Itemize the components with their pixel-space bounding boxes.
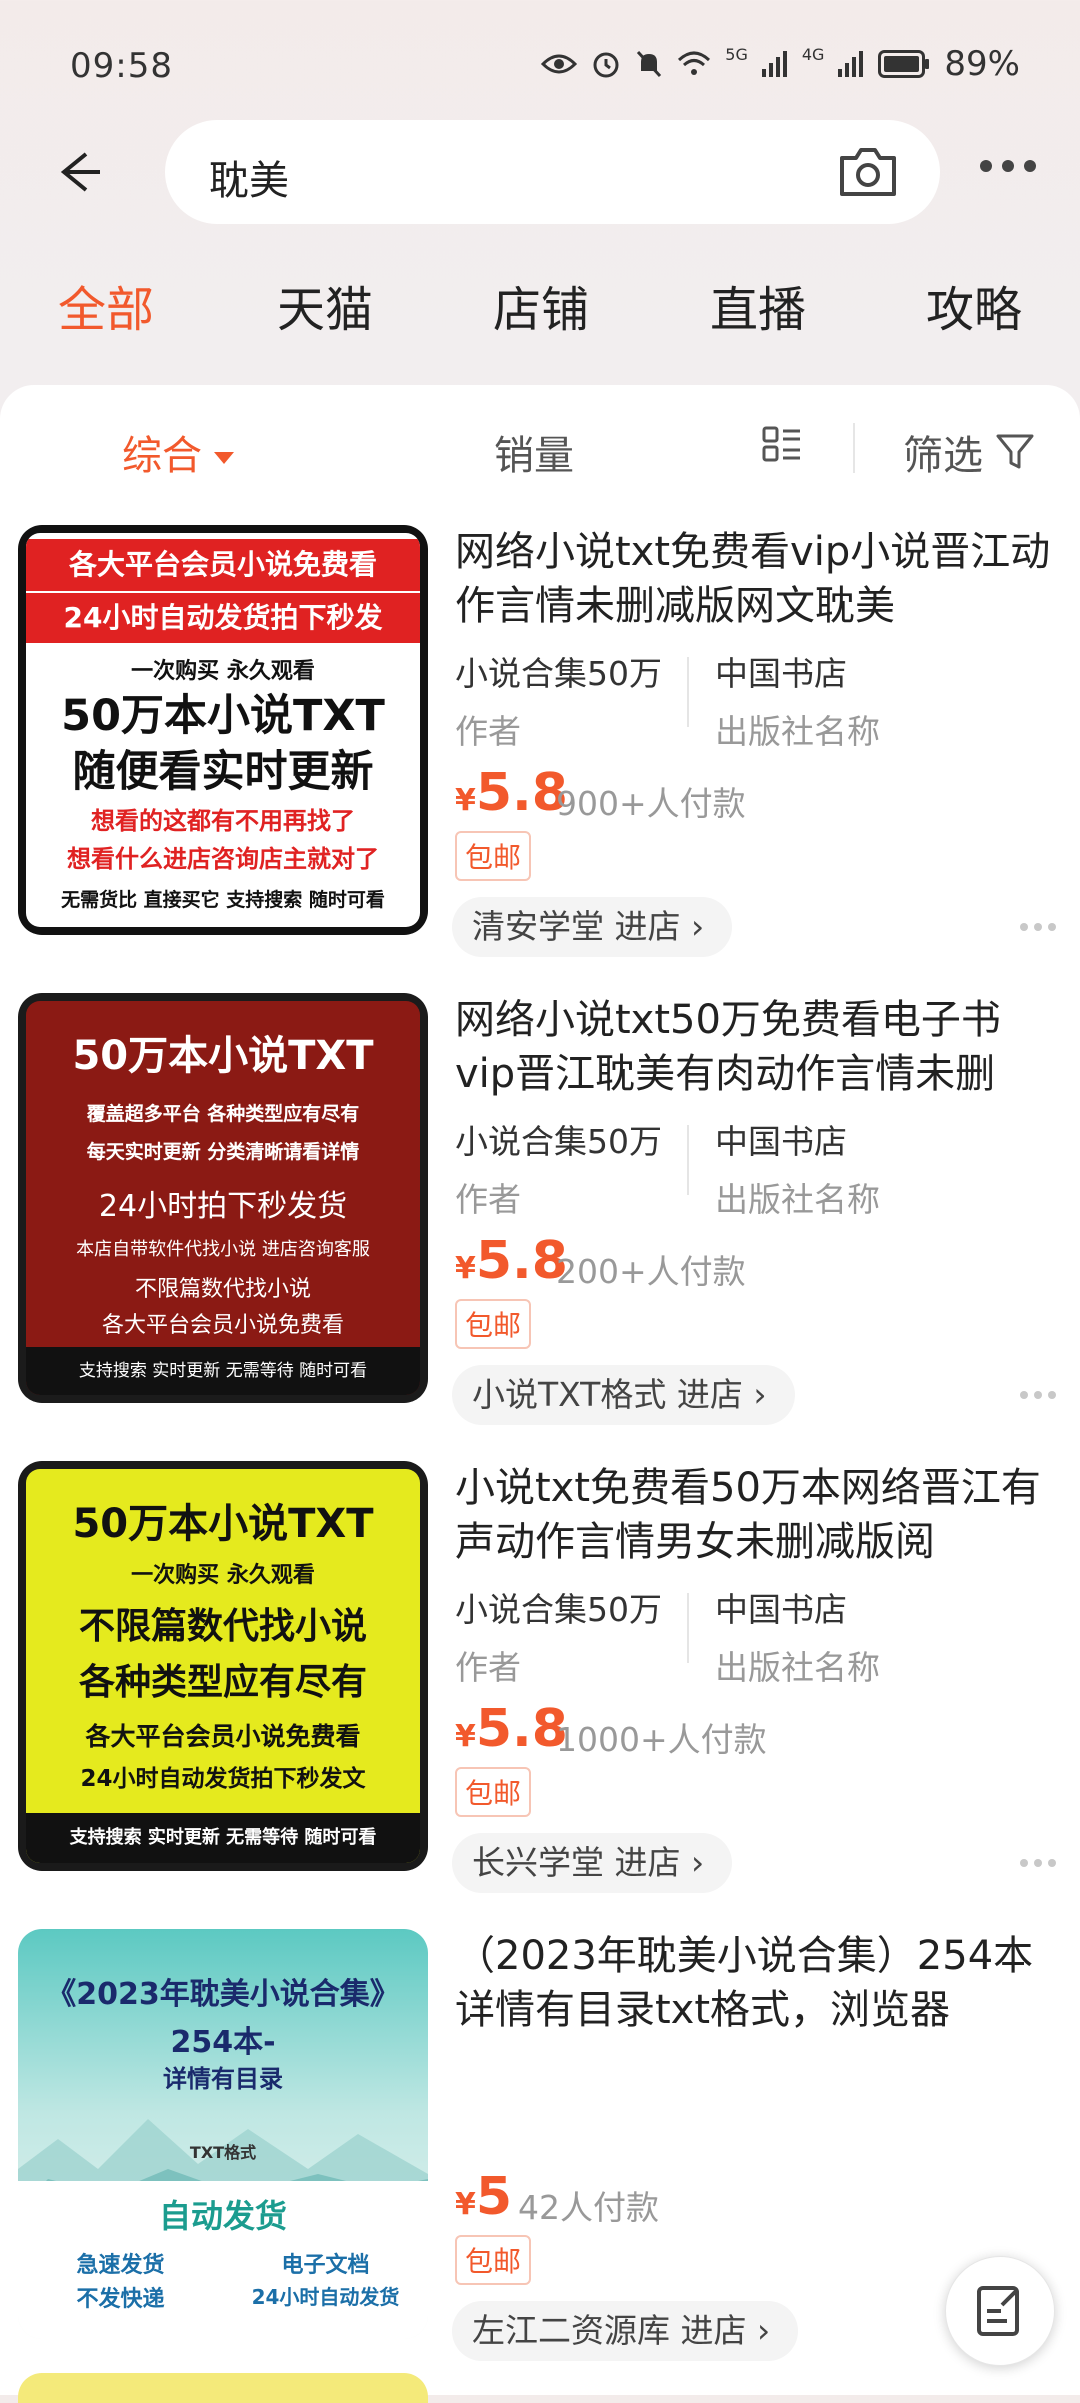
attr-key: 出版社名称 (715, 1648, 880, 1687)
edit-note-icon (977, 2286, 1019, 2336)
attr-divider (687, 1125, 689, 1195)
signal1-icon (761, 51, 787, 77)
attr-value: 中国书店 (715, 1590, 847, 1629)
attr-value: 小说合集50万 (455, 1590, 662, 1629)
search-query: 耽美 (209, 158, 289, 204)
net1-label: 5G (725, 44, 748, 64)
more-menu-button[interactable] (980, 160, 1036, 172)
sort-bar: 综合 销量 筛选 (0, 385, 1080, 505)
shop-link[interactable]: 清安学堂 进店 › (452, 897, 733, 957)
next-item-peek (18, 2373, 428, 2403)
category-tabs: 全部 天猫 店铺 直播 攻略 (0, 270, 1080, 360)
product-price: ¥5.8 (455, 1699, 568, 1759)
product-attributes: 小说合集50万 作者 中国书店出版社名称 (455, 1115, 1055, 1225)
product-price: ¥5.8 (455, 763, 568, 823)
free-shipping-badge: 包邮 (455, 1767, 532, 1817)
product-thumbnail[interactable]: 50万本小说TXT 覆盖超多平台 各种类型应有尽有 每天实时更新 分类清晰请看详… (18, 993, 428, 1403)
filter-label: 筛选 (903, 433, 983, 479)
tab-guides[interactable]: 攻略 (926, 270, 1022, 340)
search-input[interactable]: 耽美 (165, 120, 940, 224)
product-thumbnail[interactable]: 《2023年耽美小说合集》 254本- 详情有目录 TXT格式 自动发货 急速发… (18, 1929, 428, 2339)
product-card[interactable]: 各大平台会员小说免费看 24小时自动发货拍下秒发 一次购买 永久观看 50万本小… (0, 525, 1080, 995)
attr-key: 作者 (455, 1180, 521, 1219)
shop-link[interactable]: 长兴学堂 进店 › (452, 1833, 733, 1893)
tab-shops[interactable]: 店铺 (493, 270, 589, 340)
attr-value: 小说合集50万 (455, 654, 662, 693)
product-thumbnail[interactable]: 50万本小说TXT 一次购买 永久观看 不限篇数代找小说 各种类型应有尽有 各大… (18, 1461, 428, 1871)
sort-comprehensive-button[interactable]: 综合 (122, 423, 234, 481)
sort-sales-button[interactable]: 销量 (494, 423, 574, 481)
free-shipping-badge: 包邮 (455, 2235, 532, 2285)
battery-percent: 89% (944, 44, 1020, 84)
camera-search-button[interactable] (836, 144, 900, 204)
back-button[interactable] (50, 142, 110, 202)
product-price: ¥5.8 (455, 1231, 568, 1291)
product-title[interactable]: 网络小说txt50万免费看电子书vip晋江耽美有肉动作言情未删 (455, 993, 1055, 1101)
eye-icon (541, 54, 578, 74)
tab-live[interactable]: 直播 (710, 270, 806, 340)
shop-link[interactable]: 小说TXT格式 进店 › (452, 1365, 795, 1425)
signal2-icon (838, 51, 864, 77)
net2-label: 4G (801, 44, 825, 64)
attr-key: 作者 (455, 712, 521, 751)
attr-divider (687, 657, 689, 727)
status-bar: 09:58 5G 4G 89% (0, 0, 1080, 120)
sold-count: 900+人付款 (556, 784, 746, 823)
free-shipping-badge: 包邮 (455, 1299, 532, 1349)
attr-divider (687, 1593, 689, 1663)
wifi-icon (678, 51, 711, 75)
attr-value: 中国书店 (715, 1122, 847, 1161)
product-title[interactable]: 网络小说txt免费看vip小说晋江动作言情未删减版网文耽美 (455, 525, 1055, 633)
item-more-button[interactable] (1020, 1859, 1056, 1867)
back-arrow-icon (60, 152, 100, 192)
attr-key: 出版社名称 (715, 1180, 880, 1219)
attr-value: 小说合集50万 (455, 1122, 662, 1161)
product-card[interactable]: 50万本小说TXT 覆盖超多平台 各种类型应有尽有 每天实时更新 分类清晰请看详… (0, 993, 1080, 1463)
battery-icon (878, 50, 930, 78)
attr-key: 出版社名称 (715, 712, 880, 751)
status-time: 09:58 (70, 46, 173, 86)
tab-tmall[interactable]: 天猫 (277, 270, 373, 340)
layout-toggle-button[interactable] (762, 425, 802, 469)
feedback-button[interactable] (945, 2256, 1055, 2366)
results-panel: 综合 销量 筛选 各大平台会员小说免费看 24小时自动发货拍下秒发 一次购买 永… (0, 385, 1080, 2403)
product-thumbnail[interactable]: 各大平台会员小说免费看 24小时自动发货拍下秒发 一次购买 永久观看 50万本小… (18, 525, 428, 935)
attr-key: 作者 (455, 1648, 521, 1687)
attr-value: 中国书店 (715, 654, 847, 693)
tab-all[interactable]: 全部 (58, 270, 154, 340)
list-view-icon (762, 426, 800, 462)
product-title[interactable]: （2023年耽美小说合集）254本详情有目录txt格式，浏览器 (455, 1929, 1055, 2037)
product-price: ¥5 (455, 2167, 513, 2227)
product-title[interactable]: 小说txt免费看50万本网络晋江有声动作言情男女未删减版阅 (455, 1461, 1055, 1569)
camera-icon (840, 148, 896, 196)
free-shipping-badge: 包邮 (455, 831, 532, 881)
alarm-icon (593, 52, 619, 78)
filter-button[interactable]: 筛选 (903, 423, 1035, 481)
search-header: 耽美 (0, 120, 1080, 230)
shop-link[interactable]: 左江二资源库 进店 › (452, 2301, 799, 2361)
sold-count: 42人付款 (518, 2188, 659, 2227)
product-attributes: 小说合集50万 作者 中国书店出版社名称 (455, 1583, 1055, 1693)
sort-divider (853, 423, 855, 473)
sold-count: 1000+人付款 (556, 1720, 767, 1759)
caret-down-icon (214, 452, 234, 464)
product-card[interactable]: 《2023年耽美小说合集》 254本- 详情有目录 TXT格式 自动发货 急速发… (0, 1929, 1080, 2399)
item-more-button[interactable] (1020, 923, 1056, 931)
sold-count: 200+人付款 (556, 1252, 746, 1291)
sort-comprehensive-label: 综合 (122, 433, 202, 479)
product-attributes: 小说合集50万 作者 中国书店出版社名称 (455, 647, 1055, 757)
item-more-button[interactable] (1020, 1391, 1056, 1399)
funnel-icon (996, 434, 1034, 469)
status-icons: 5G 4G 89% (541, 44, 1020, 84)
product-card[interactable]: 50万本小说TXT 一次购买 永久观看 不限篇数代找小说 各种类型应有尽有 各大… (0, 1461, 1080, 1931)
mute-bell-icon (637, 50, 662, 78)
